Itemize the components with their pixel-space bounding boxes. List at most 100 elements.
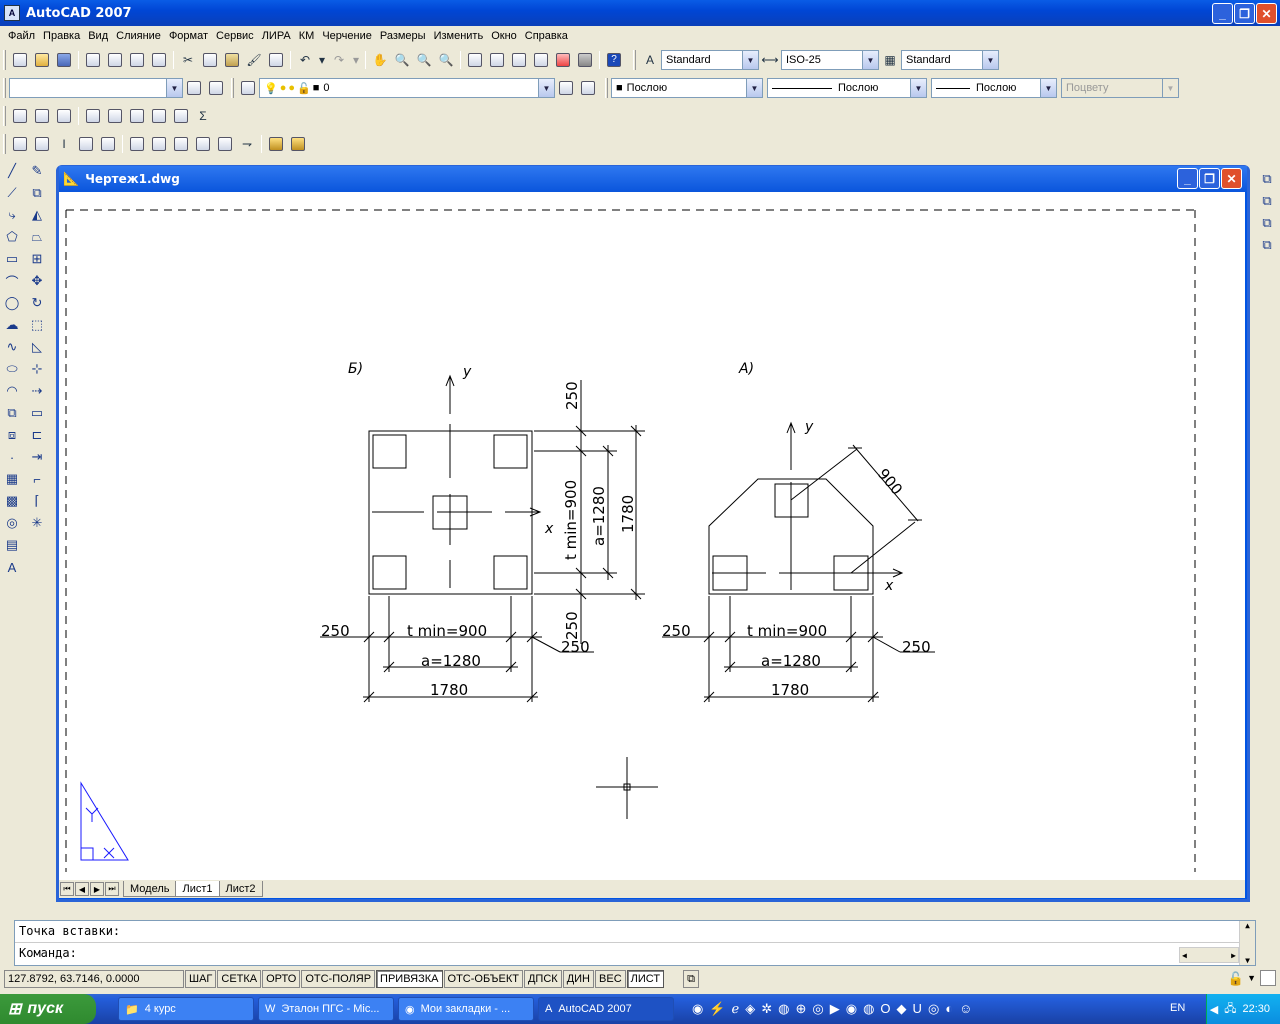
hatch-icon[interactable]: ▦ <box>1 468 23 490</box>
status-menu-arrow-icon[interactable]: ▼ <box>1247 973 1256 983</box>
offset-icon[interactable]: ⏢ <box>26 226 48 248</box>
3d-dwf-icon[interactable] <box>149 50 169 70</box>
point-icon[interactable]: · <box>1 446 23 468</box>
command-prompt-line[interactable]: Команда: <box>15 943 1255 965</box>
tool-b6-icon[interactable] <box>127 134 147 154</box>
zoom-realtime-icon[interactable]: 🔍 <box>392 50 412 70</box>
clean-screen-icon[interactable] <box>1260 970 1276 986</box>
line-icon[interactable]: ╱ <box>1 160 23 182</box>
send-to-back-icon[interactable]: ⧉ <box>1256 190 1278 212</box>
spline-icon[interactable]: ∿ <box>1 336 23 358</box>
task-firefox[interactable]: ◉ Мои закладки - ... <box>398 997 534 1021</box>
menu-format[interactable]: Формат <box>165 30 212 42</box>
tool-a6-icon[interactable] <box>127 106 147 126</box>
ortho-toggle[interactable]: ОРТО <box>262 970 301 988</box>
tool-b12-icon[interactable] <box>266 134 286 154</box>
menu-service[interactable]: Сервис <box>212 30 258 42</box>
maximize-button[interactable]: ❐ <box>1234 3 1255 24</box>
insert-block-icon[interactable]: ⧉ <box>1 402 23 424</box>
erase-icon[interactable]: ✎ <box>26 160 48 182</box>
tray-app-16-icon[interactable]: ◐ <box>945 1001 953 1017</box>
tool-a2-icon[interactable] <box>32 106 52 126</box>
dim-style-select[interactable]: ISO-25 ▼ <box>781 50 879 70</box>
otrack-toggle[interactable]: ОТС-ОБЪЕКТ <box>443 970 523 988</box>
tray-app-9-icon[interactable]: ▶ <box>830 1001 840 1017</box>
osnap-toggle[interactable]: ПРИВЯЗКА <box>376 970 443 988</box>
ellipse-icon[interactable]: ⬭ <box>1 358 23 380</box>
tool-b3-icon[interactable]: I <box>54 134 74 154</box>
snap-toggle[interactable]: ШАГ <box>185 970 217 988</box>
publish-icon[interactable] <box>127 50 147 70</box>
tray-app-5-icon[interactable]: ✲ <box>761 1001 772 1017</box>
tool-b11-icon[interactable]: ⇁ <box>237 134 257 154</box>
paste-icon[interactable] <box>222 50 242 70</box>
tray-app-6-icon[interactable]: ◍ <box>778 1001 789 1017</box>
scale-icon[interactable]: ⬚ <box>26 314 48 336</box>
tool-b2-icon[interactable] <box>32 134 52 154</box>
arc-icon[interactable]: ⌒ <box>1 270 23 292</box>
table-icon[interactable]: ▤ <box>1 534 23 556</box>
firefox-quick-icon[interactable]: ◉ <box>846 1001 857 1017</box>
new-file-icon[interactable] <box>10 50 30 70</box>
chrome-icon[interactable]: ◍ <box>863 1001 874 1017</box>
linetype-select[interactable]: Послою ▼ <box>767 78 927 98</box>
tool-b4-icon[interactable] <box>76 134 96 154</box>
cut-icon[interactable]: ✂ <box>178 50 198 70</box>
send-under-icon[interactable]: ⧉ <box>1256 234 1278 256</box>
rectangle-icon[interactable]: ▭ <box>1 248 23 270</box>
fillet-icon[interactable]: ⌈ <box>26 490 48 512</box>
close-button[interactable]: ✕ <box>1256 3 1277 24</box>
tab-last-button[interactable]: ⏭ <box>105 882 119 896</box>
menu-modify[interactable]: Изменить <box>430 30 488 42</box>
ducs-toggle[interactable]: ДПСК <box>523 970 562 988</box>
extend-icon[interactable]: ⇢ <box>26 380 48 402</box>
coordinates-display[interactable]: 127.8792, 63.7146, 0.0000 <box>4 970 184 988</box>
command-scrollbar[interactable]: ▲ ▼ <box>1239 921 1255 965</box>
table-style-select[interactable]: Standard ▼ <box>901 50 999 70</box>
start-button[interactable]: ⊞ пуск <box>0 994 96 1024</box>
tab-prev-button[interactable]: ◀ <box>75 882 89 896</box>
block-editor-icon[interactable] <box>266 50 286 70</box>
workspace-settings-icon[interactable] <box>184 78 204 98</box>
explode-icon[interactable]: ✳ <box>26 512 48 534</box>
clock[interactable]: 22:30 <box>1242 1003 1270 1015</box>
tool-b10-icon[interactable] <box>215 134 235 154</box>
doc-close-button[interactable]: ✕ <box>1221 168 1242 189</box>
command-window[interactable]: Точка вставки: Команда: ▲ ▼ ◀ ▶ <box>14 920 1256 966</box>
tab-first-button[interactable]: ⏮ <box>60 882 74 896</box>
polar-toggle[interactable]: ОТС-ПОЛЯР <box>301 970 376 988</box>
tool-a4-icon[interactable] <box>83 106 103 126</box>
menu-lira[interactable]: ЛИРА <box>258 30 295 42</box>
plotstyle-select[interactable]: Поцвету ▼ <box>1061 78 1179 98</box>
trim-icon[interactable]: ⊹ <box>26 358 48 380</box>
tab-sheet2[interactable]: Лист2 <box>218 881 263 897</box>
odnoklassniki-icon[interactable]: ☺ <box>959 1001 972 1017</box>
save-icon[interactable] <box>54 50 74 70</box>
copy-object-icon[interactable]: ⧉ <box>26 182 48 204</box>
drawing-canvas[interactable]: Б) А) y x y x 250 t min=900 a=1280 1780 … <box>59 192 1245 880</box>
markup-icon[interactable] <box>553 50 573 70</box>
tool-a5-icon[interactable] <box>105 106 125 126</box>
zoom-previous-icon[interactable]: 🔍 <box>436 50 456 70</box>
tray-app-4-icon[interactable]: ◈ <box>745 1001 755 1017</box>
tab-sheet1[interactable]: Лист1 <box>175 881 220 897</box>
properties-icon[interactable] <box>465 50 485 70</box>
mirror-icon[interactable]: ◭ <box>26 204 48 226</box>
chamfer-icon[interactable]: ⌐ <box>26 468 48 490</box>
menu-dimensions[interactable]: Размеры <box>376 30 430 42</box>
doc-maximize-button[interactable]: ❐ <box>1199 168 1220 189</box>
grid-toggle[interactable]: СЕТКА <box>217 970 262 988</box>
sum-icon[interactable]: Σ <box>193 106 213 126</box>
tool-a8-icon[interactable] <box>171 106 191 126</box>
tool-a3-icon[interactable] <box>54 106 74 126</box>
zoom-window-icon[interactable]: 🔍 <box>414 50 434 70</box>
join-icon[interactable]: ⇥ <box>26 446 48 468</box>
open-file-icon[interactable] <box>32 50 52 70</box>
undo-icon[interactable]: ↶ <box>295 50 315 70</box>
bring-to-front-icon[interactable]: ⧉ <box>1256 168 1278 190</box>
doc-minimize-button[interactable]: _ <box>1177 168 1198 189</box>
tool-palettes-icon[interactable] <box>509 50 529 70</box>
construction-line-icon[interactable]: ⟋ <box>1 182 23 204</box>
ie-icon[interactable]: ℯ <box>732 1001 740 1017</box>
redo-icon[interactable]: ↷ <box>329 50 349 70</box>
